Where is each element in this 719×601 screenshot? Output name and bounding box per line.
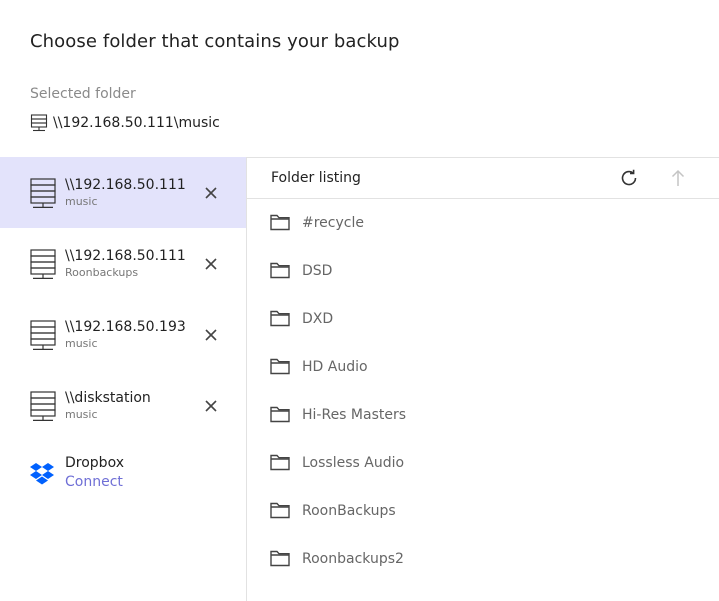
folder-name: #recycle [302, 215, 364, 231]
close-icon[interactable] [203, 398, 219, 414]
folder-item[interactable]: #recycle [247, 199, 719, 247]
folder-name: RoonBackups [302, 503, 396, 519]
folder-listing-header: Folder listing [247, 158, 719, 199]
server-icon [30, 391, 56, 421]
folder-item[interactable]: RoonBackups [247, 487, 719, 535]
arrow-up-icon[interactable] [669, 168, 687, 188]
folder-item[interactable]: Hi-Res Masters [247, 391, 719, 439]
source-share: music [65, 195, 98, 208]
folder-icon [270, 309, 290, 327]
source-item[interactable]: \\192.168.50.111 Roonbackups [0, 228, 246, 299]
dropbox-source: Dropbox Connect [0, 441, 246, 509]
folder-icon [270, 549, 290, 567]
folder-item[interactable]: DXD [247, 295, 719, 343]
folder-name: DXD [302, 311, 334, 327]
close-icon[interactable] [203, 256, 219, 272]
folder-icon [270, 213, 290, 231]
source-name: \\diskstation [65, 390, 151, 406]
folder-icon [270, 357, 290, 375]
folder-icon [270, 501, 290, 519]
selected-folder-path-text: \\192.168.50.111\music [53, 115, 220, 131]
server-icon [30, 114, 48, 132]
folder-icon [270, 405, 290, 423]
folder-name: DSD [302, 263, 333, 279]
source-share: Roonbackups [65, 266, 139, 279]
source-name: \\192.168.50.111 [65, 248, 186, 264]
source-name: \\192.168.50.193 [65, 319, 186, 335]
server-icon [30, 249, 56, 279]
folder-icon [270, 453, 290, 471]
server-icon [30, 178, 56, 208]
source-share: music [65, 408, 98, 421]
folder-name: Roonbackups2 [302, 551, 404, 567]
selected-folder-path: \\192.168.50.111\music [30, 114, 220, 132]
dropbox-connect-link[interactable]: Connect [65, 474, 123, 490]
source-share: music [65, 337, 98, 350]
folder-item[interactable]: Roonbackups2 [247, 535, 719, 583]
source-item[interactable]: \\diskstation music [0, 370, 246, 441]
folder-listing-title: Folder listing [271, 170, 361, 186]
folder-name: Hi-Res Masters [302, 407, 407, 423]
folder-item[interactable]: Lossless Audio [247, 439, 719, 487]
folder-icon [270, 261, 290, 279]
folder-list: #recycle DSD DXD HD Audio Hi-Res Masters… [247, 199, 719, 583]
folder-name: HD Audio [302, 359, 368, 375]
source-item[interactable]: \\192.168.50.193 music [0, 299, 246, 370]
source-item[interactable]: \\192.168.50.111 music [0, 157, 246, 228]
dialog-title: Choose folder that contains your backup [30, 31, 400, 52]
dropbox-name: Dropbox [65, 455, 124, 471]
folder-item[interactable]: DSD [247, 247, 719, 295]
folder-name: Lossless Audio [302, 455, 405, 471]
close-icon[interactable] [203, 185, 219, 201]
refresh-icon[interactable] [619, 168, 639, 188]
sources-sidebar: \\192.168.50.111 music \\192.168.50.111 … [0, 157, 246, 509]
dropbox-icon [30, 462, 54, 486]
server-icon [30, 320, 56, 350]
folder-item[interactable]: HD Audio [247, 343, 719, 391]
selected-folder-label: Selected folder [30, 86, 136, 102]
close-icon[interactable] [203, 327, 219, 343]
source-name: \\192.168.50.111 [65, 177, 186, 193]
